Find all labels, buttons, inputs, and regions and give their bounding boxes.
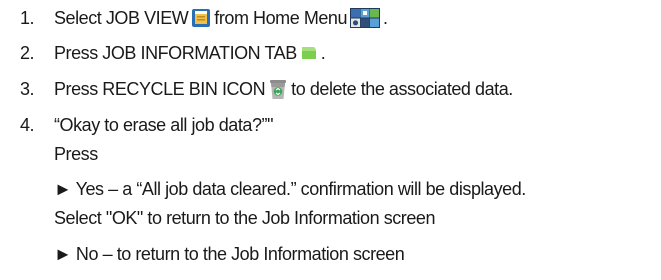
step-1-number: 1. <box>20 8 35 28</box>
step-4-press-text: Press <box>54 144 98 164</box>
step-3-number: 3. <box>20 79 35 99</box>
home-menu-icon <box>350 8 381 28</box>
step-4-number: 4. <box>20 115 35 135</box>
step-4-no-text: ► No – to return to the Job Information … <box>54 244 405 264</box>
step-4-prompt: “Okay to erase all job data?”" <box>54 114 273 136</box>
step-3-line: Press RECYCLE BIN ICON to delete the ass… <box>54 78 513 100</box>
step-3-text-b: to delete the associated data. <box>291 79 513 99</box>
step-4-no-option: ► No – to return to the Job Information … <box>54 243 405 265</box>
step-4-prompt-text: “Okay to erase all job data?”" <box>54 115 274 135</box>
job-information-tab-icon <box>300 44 318 62</box>
step-2-line: Press JOB INFORMATION TAB . <box>54 42 326 64</box>
step-2-period: . <box>320 43 326 63</box>
recycle-bin-icon <box>268 78 288 100</box>
instruction-document: 1. Select JOB VIEW from Home Menu . 2. P… <box>0 0 661 280</box>
step-3-text: Press RECYCLE BIN ICON <box>54 79 266 99</box>
step-1-period: . <box>383 8 388 28</box>
step-4-yes-option: ► Yes – a “All job data cleared.” confir… <box>54 178 526 200</box>
step-1-text-b: from Home Menu <box>214 8 348 28</box>
step-4-press: Press <box>54 143 98 165</box>
step-4-yes-text: ► Yes – a “All job data cleared.” confir… <box>54 179 526 199</box>
step-1-line: Select JOB VIEW from Home Menu . <box>54 7 388 29</box>
step-4-ok-instruction: Select "OK" to return to the Job Informa… <box>54 207 435 229</box>
step-1-text: Select JOB VIEW <box>54 8 189 28</box>
step-2-text: Press JOB INFORMATION TAB <box>54 43 297 63</box>
step-4-ok-text: Select "OK" to return to the Job Informa… <box>54 208 436 228</box>
step-2-number: 2. <box>20 43 35 63</box>
job-view-icon <box>191 8 211 28</box>
